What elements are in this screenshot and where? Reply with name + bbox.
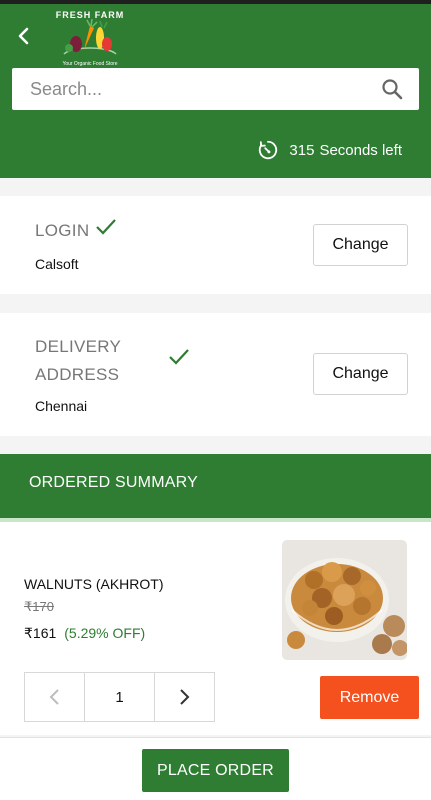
quantity-stepper: 1 [24, 672, 215, 722]
search-bar [12, 68, 419, 110]
chevron-right-icon [180, 689, 190, 705]
item-price-row: ₹161 (5.29% OFF) [24, 625, 145, 642]
login-title: LOGIN [35, 221, 90, 240]
countdown-timer: 315 Seconds left [257, 138, 402, 162]
walnuts-image [282, 540, 407, 660]
timer-label: Seconds left [319, 141, 402, 159]
remove-item-button[interactable]: Remove [320, 676, 419, 719]
login-section: LOGIN Calsoft Change [0, 196, 431, 294]
cart-item: WALNUTS (AKHROT) ₹170 ₹161 (5.29% OFF) 1… [0, 522, 431, 735]
search-input[interactable] [30, 68, 370, 110]
header: FRESH FARM Your Organic Food Store 315 S… [0, 4, 431, 178]
quantity-value[interactable]: 1 [84, 673, 155, 721]
delivery-change-button[interactable]: Change [313, 353, 408, 395]
ordered-summary-header: ORDERED SUMMARY [0, 454, 431, 518]
walnuts-bowl-image-icon [282, 540, 407, 660]
decrease-quantity-button[interactable] [25, 673, 85, 721]
item-discount: (5.29% OFF) [64, 625, 146, 641]
search-icon[interactable] [380, 77, 404, 101]
checkmark-icon [169, 349, 189, 365]
timer-seconds: 315 [289, 141, 315, 159]
brand-name: FRESH FARM [55, 10, 125, 20]
delivery-title-line2: ADDRESS [35, 365, 120, 384]
login-value: Calsoft [35, 256, 79, 272]
item-original-price: ₹170 [24, 599, 54, 614]
footer-bar: PLACE ORDER [0, 737, 431, 800]
chevron-left-icon [18, 27, 29, 45]
brand-logo: FRESH FARM Your Organic Food Store [50, 6, 130, 70]
delivery-section: DELIVERY ADDRESS Chennai Change [0, 313, 431, 436]
increase-quantity-button[interactable] [154, 673, 214, 721]
login-change-button[interactable]: Change [313, 224, 408, 266]
delivery-address-value: Chennai [35, 398, 88, 414]
timer-icon [259, 140, 278, 160]
checkmark-icon [96, 219, 116, 235]
back-button[interactable] [12, 24, 36, 48]
ordered-summary-title: ORDERED SUMMARY [29, 474, 198, 491]
delivery-title-line1: DELIVERY [35, 337, 122, 356]
item-price: ₹161 [24, 625, 57, 641]
chevron-left-icon [49, 689, 59, 705]
place-order-button[interactable]: PLACE ORDER [142, 749, 289, 792]
brand-tagline: Your Organic Food Store [62, 61, 118, 67]
item-name: WALNUTS (AKHROT) [24, 576, 164, 592]
